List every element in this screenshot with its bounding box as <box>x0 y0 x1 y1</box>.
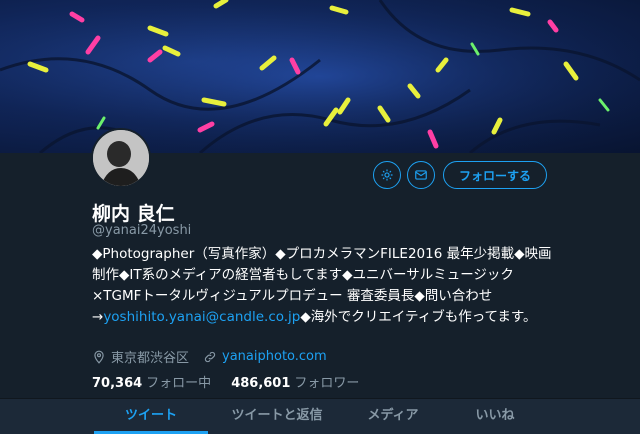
bio-email-link[interactable]: yoshihito.yanai@candle.co.jp <box>103 309 300 325</box>
followers-stat[interactable]: 486,601 フォロワー <box>231 372 359 391</box>
followers-label: フォロワー <box>294 376 360 391</box>
follow-button[interactable]: フォローする <box>443 161 547 189</box>
following-stat[interactable]: 70,364 フォロー中 <box>92 372 211 391</box>
following-label: フォロー中 <box>146 376 212 391</box>
profile-tabs: ツイート ツイートと返信 メディア いいね <box>0 398 640 434</box>
profile-meta: 東京都渋谷区 yanaiphoto.com <box>92 347 327 366</box>
tab-tweets-and-replies[interactable]: ツイートと返信 <box>222 399 332 434</box>
profile-bio: ◆Photographer（写真作家）◆プロカメラマンFILE2016 最年少掲… <box>92 244 562 328</box>
avatar[interactable] <box>91 128 151 188</box>
location-pin-icon <box>92 350 106 364</box>
gear-icon <box>380 168 394 182</box>
avatar-photo <box>93 130 149 186</box>
profile-handle: @yanai24yoshi <box>92 223 192 238</box>
following-count: 70,364 <box>92 376 143 391</box>
mail-icon <box>414 168 428 182</box>
settings-button[interactable] <box>373 161 401 189</box>
link-icon <box>203 350 217 364</box>
profile-stats: 70,364 フォロー中 486,601 フォロワー <box>92 372 359 391</box>
bio-text-tail: ◆海外でクリエイティブも作ってます。 <box>300 309 537 325</box>
profile-website-link[interactable]: yanaiphoto.com <box>222 349 327 364</box>
tab-likes[interactable]: いいね <box>440 399 550 434</box>
message-button[interactable] <box>407 161 435 189</box>
profile-name: 柳内 良仁 <box>92 203 175 225</box>
followers-count: 486,601 <box>231 376 291 391</box>
tab-tweets[interactable]: ツイート <box>96 399 206 434</box>
tab-media[interactable]: メディア <box>338 399 448 434</box>
profile-location: 東京都渋谷区 <box>111 351 190 366</box>
